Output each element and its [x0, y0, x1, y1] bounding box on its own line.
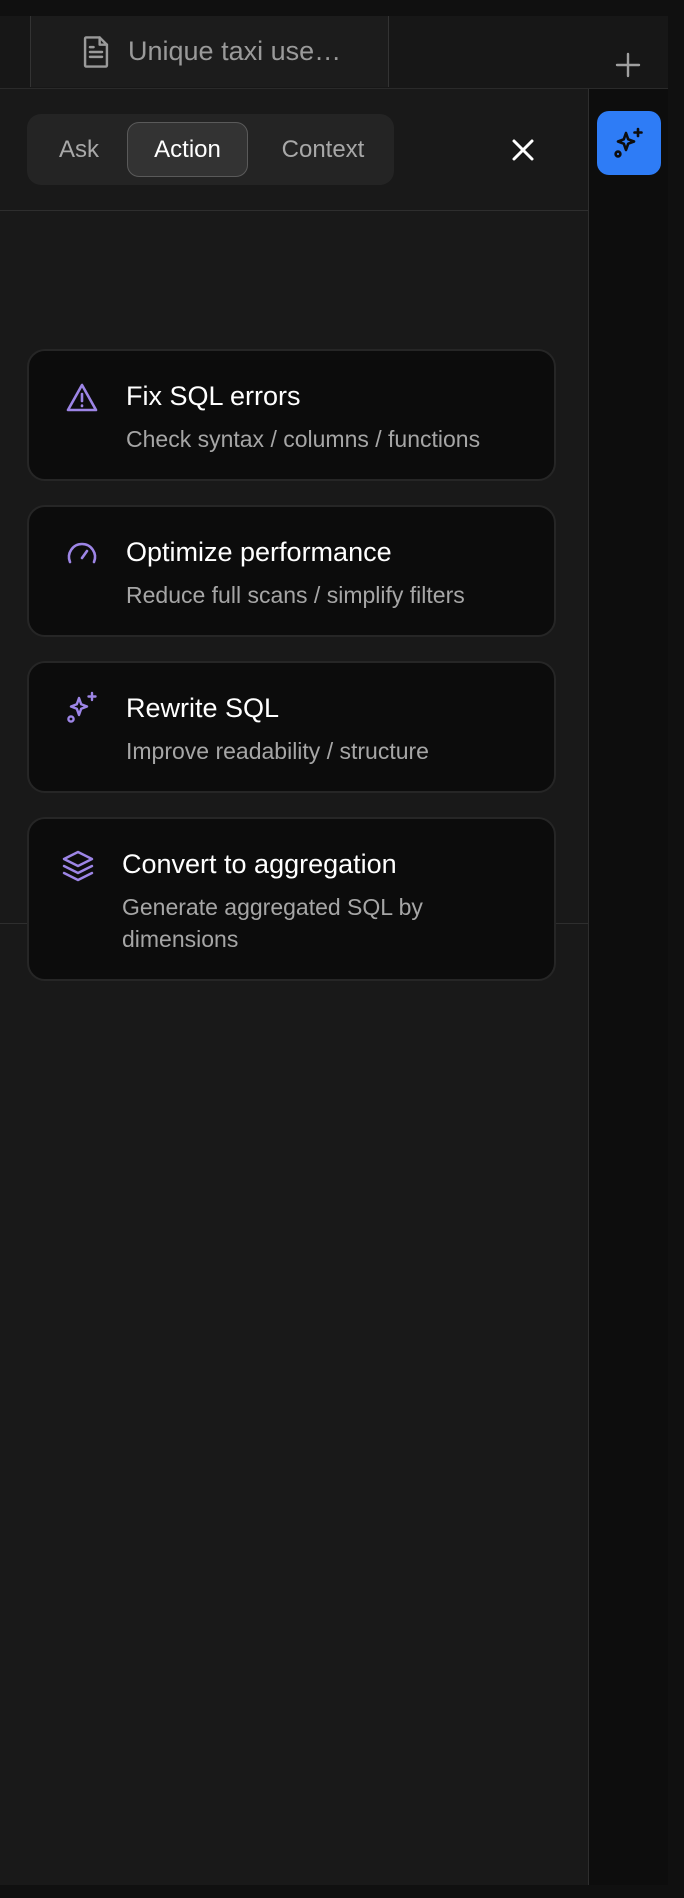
mode-switcher: Ask Action Context: [27, 114, 394, 185]
action-description: Check syntax / columns / functions: [126, 426, 481, 452]
action-title: Convert to aggregation: [122, 849, 397, 879]
action-card-convert-to-aggregation[interactable]: Convert to aggregation Generate aggregat…: [27, 817, 556, 981]
action-description: Improve readability / structure: [126, 738, 429, 764]
ai-assistant-button[interactable]: [597, 111, 661, 175]
action-title: Fix SQL errors: [126, 381, 301, 411]
sparkles-icon: [614, 127, 643, 158]
action-description: Reduce full scans / simplify filters: [126, 582, 465, 608]
document-icon: [83, 36, 109, 68]
warning-triangle-icon: [66, 383, 98, 412]
mode-context-button[interactable]: Context: [263, 114, 383, 185]
mode-ask-button[interactable]: Ask: [49, 114, 109, 185]
action-description: Generate aggregated SQL by dimensions: [122, 894, 423, 952]
action-card-optimize-performance[interactable]: Optimize performance Reduce full scans /…: [27, 505, 556, 637]
mode-action-button[interactable]: Action: [127, 122, 248, 177]
action-title: Rewrite SQL: [126, 693, 280, 723]
tab-title: Unique taxi use…: [128, 36, 342, 66]
plus-icon[interactable]: [613, 50, 643, 80]
close-icon[interactable]: [509, 136, 537, 164]
action-card-fix-sql-errors[interactable]: Fix SQL errors Check syntax / columns / …: [27, 349, 556, 481]
right-rail: [589, 89, 668, 1885]
sparkles-icon: [67, 691, 97, 723]
panel-header: Ask Action Context: [0, 89, 588, 211]
gauge-icon: [67, 542, 97, 564]
tab-query[interactable]: Unique taxi use…: [30, 16, 389, 87]
action-list: Fix SQL errors Check syntax / columns / …: [0, 211, 588, 981]
layers-icon: [62, 850, 94, 882]
action-card-rewrite-sql[interactable]: Rewrite SQL Improve readability / struct…: [27, 661, 556, 793]
tab-bar: Unique taxi use…: [0, 16, 668, 89]
ai-assistant-panel: Ask Action Context Fix SQL errors Check …: [0, 89, 589, 1885]
action-title: Optimize performance: [126, 537, 392, 567]
